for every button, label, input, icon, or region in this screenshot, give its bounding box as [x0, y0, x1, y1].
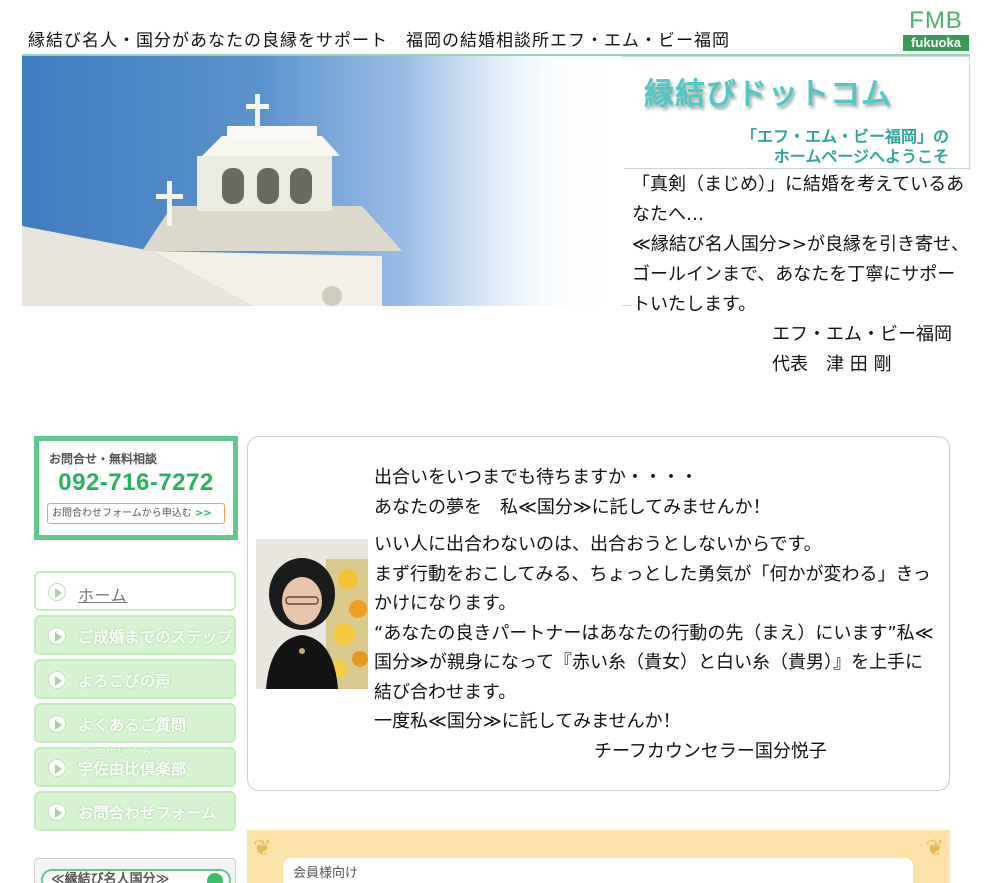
- message-line2: あなたの夢を 私≪国分≫に託してみませんか！: [374, 496, 771, 518]
- site-title: 縁結び名人・国分があなたの良縁をサポート 福岡の結婚相談所エフ・エム・ビー福岡: [28, 31, 730, 51]
- message-signature: チーフカウンセラー国分悦子: [594, 740, 827, 762]
- contact-form-arrow: >>: [194, 508, 212, 519]
- brand-logo: 縁結びドットコム: [644, 77, 892, 112]
- nav-item-label: ご成婚までのステップ: [78, 628, 234, 646]
- members-label: 会員様向け: [293, 866, 359, 881]
- intro-text: 「真剣（まじめ）」に結婚を考えているあなたへ… ≪縁結び名人国分>>が良縁を引き…: [632, 170, 970, 380]
- nav-item-home[interactable]: ホーム: [34, 571, 236, 611]
- message-body1: いい人に出合わないのは、出合おうとしないからです。: [374, 534, 822, 555]
- nav-item-label: ホーム: [78, 586, 128, 605]
- nav-item-label: よくあるご質問: [78, 716, 187, 734]
- kokubu-banner-text: ≪縁結び名人国分≫: [51, 872, 170, 883]
- banner-divider: [624, 168, 969, 169]
- contact-box: お問合せ・無料相談 092-716-7272 お問合わせフォームから申込む >>: [34, 436, 238, 540]
- sidebar-nav: ホーム ご成婚までのステップ よろこびの声 よくあるご質問 うさゆいくらぶ 宇佐…: [34, 571, 236, 835]
- kokubu-banner-label: ≪縁結び名人国分≫: [41, 869, 231, 883]
- nav-item-testimonials[interactable]: よろこびの声: [34, 659, 236, 699]
- message-body4: 一度私≪国分≫に託してみませんか！: [374, 711, 681, 732]
- contact-form-button-label: お問合わせフォームから申込む: [52, 508, 192, 519]
- counselor-message: 出合いをいつまでも待ちますか・・・・ あなたの夢を 私≪国分≫に託してみませんか…: [374, 463, 934, 766]
- logo-main: FMB: [909, 7, 963, 34]
- contact-form-button[interactable]: お問合わせフォームから申込む >>: [47, 503, 225, 524]
- message-body2: まず行動をおこしてみる、ちょっとした勇気が「何かが変わる」きっかけになります。: [374, 563, 931, 615]
- play-icon: [48, 627, 66, 645]
- counselor-portrait: [256, 539, 368, 689]
- contact-title: お問合せ・無料相談: [49, 452, 158, 466]
- play-icon: [48, 583, 66, 601]
- nav-item-steps[interactable]: ご成婚までのステップ: [34, 615, 236, 655]
- play-icon: [48, 759, 66, 777]
- message-line1: 出合いをいつまでも待ちますか・・・・: [374, 467, 698, 488]
- nav-item-label: よろこびの声: [78, 672, 172, 690]
- intro-signature: エフ・エム・ビー福岡 代表 津 田 剛: [772, 324, 970, 375]
- nav-item-label: 宇佐由比倶楽部: [78, 760, 187, 778]
- counselor-message-card: 出合いをいつまでも待ちますか・・・・ あなたの夢を 私≪国分≫に託してみませんか…: [247, 436, 950, 791]
- ornament-icon: ❦: [925, 836, 944, 861]
- nav-item-ruby: うさゆいくらぶ: [82, 748, 167, 758]
- members-panel: 会員様向け: [283, 858, 913, 883]
- intro-line2: ≪縁結び名人国分>>が良縁を引き寄せ、ゴールインまで、あなたを丁寧にサポートいた…: [632, 234, 970, 315]
- members-section: ❦ ❦ 会員様向け: [247, 830, 950, 883]
- kokubu-banner[interactable]: ≪縁結び名人国分≫: [34, 858, 236, 883]
- intro-line1: 「真剣（まじめ）」に結婚を考えているあなたへ…: [632, 174, 965, 225]
- play-icon: [48, 715, 66, 733]
- nav-item-usa-yui-club[interactable]: うさゆいくらぶ 宇佐由比倶楽部: [34, 747, 236, 787]
- welcome-line2: ホームページへようこそ: [773, 147, 949, 166]
- play-icon: [48, 671, 66, 689]
- go-icon: [207, 873, 223, 883]
- fmb-logo[interactable]: FMB fukuoka: [903, 8, 969, 52]
- play-icon: [48, 803, 66, 821]
- church-image: [22, 56, 622, 306]
- logo-sub: fukuoka: [903, 35, 969, 51]
- nav-item-contact-form[interactable]: お問合わせフォーム: [34, 791, 236, 831]
- message-body3: “あなたの良きパートナーはあなたの行動の先（まえ）にいます”私≪国分≫が親身にな…: [374, 622, 934, 703]
- nav-item-label: お問合わせフォーム: [78, 804, 218, 822]
- nav-item-faq[interactable]: よくあるご質問: [34, 703, 236, 743]
- ornament-icon: ❦: [253, 836, 272, 861]
- contact-phone-number[interactable]: 092-716-7272: [39, 469, 233, 497]
